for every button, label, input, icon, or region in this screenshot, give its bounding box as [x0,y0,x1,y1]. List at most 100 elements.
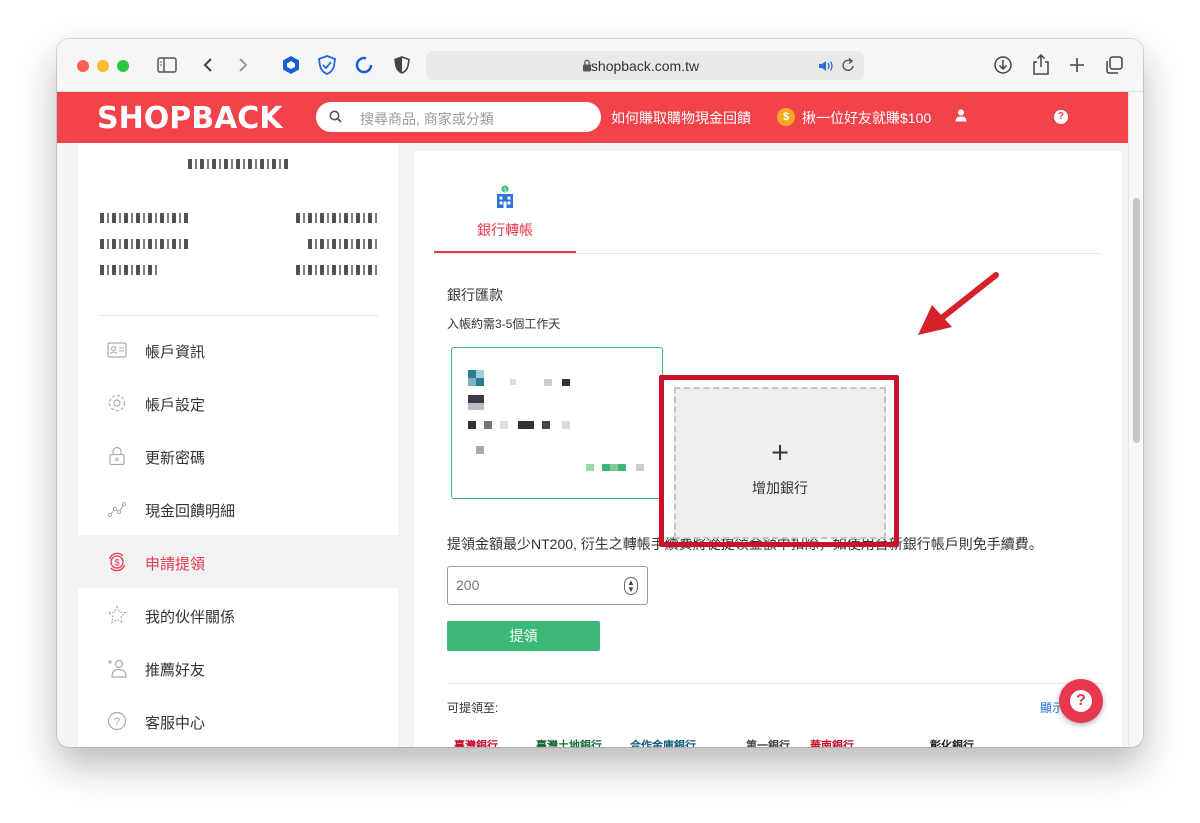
withdraw-button[interactable]: 提領 [447,621,600,651]
help-icon[interactable]: ? [1054,110,1068,124]
sidebar-divider [98,315,378,316]
redacted-bank-info [468,395,484,403]
reload-icon[interactable] [842,57,855,77]
page-scrollbar[interactable] [1128,92,1143,747]
section-title: 銀行匯款 [447,287,503,303]
url-text: shopback.com.tw [590,58,700,74]
redacted-bank-info [476,378,484,386]
sidebar-item-label: 申請提領 [145,556,206,573]
redacted-bank-info [544,379,552,386]
forward-icon[interactable] [231,53,255,77]
redacted-bank-info [610,464,618,471]
saved-bank-card[interactable] [451,347,663,499]
tab-bank-transfer[interactable]: $ 銀行轉帳 [434,181,576,253]
redacted-bank-info [542,421,550,429]
redacted-account-id [188,159,288,169]
can-withdraw-to-label: 可提領至: [447,701,499,715]
help-chat-button[interactable]: ? [1059,679,1103,723]
trend-icon [106,498,128,520]
redacted-bank-info [602,464,610,471]
shopback-logo[interactable]: SHOPBACK [97,101,283,136]
sidebar-toggle-icon[interactable] [155,53,179,77]
redacted-info [296,265,378,275]
sidebar-item-label: 我的伙伴關係 [145,609,236,626]
add-user-icon [106,657,128,679]
svg-text:$: $ [503,187,506,193]
amount-stepper[interactable]: ▲ ▼ [624,577,638,595]
sidebar-item-label: 推薦好友 [145,662,206,679]
coin-icon: $ [777,108,795,126]
highlight-box [659,375,899,547]
sidebar-item-update-password[interactable]: 更新密碼 [78,429,398,482]
redacted-bank-info [518,421,534,429]
minimize-window-button[interactable] [97,60,109,72]
loading-circle-icon[interactable] [352,53,376,77]
user-icon[interactable] [955,109,967,127]
bank-logo: 第一銀行 [746,740,790,747]
tab-label: 銀行轉帳 [477,222,533,238]
shield-check-icon[interactable] [315,53,339,77]
amount-input[interactable] [456,577,606,593]
question-icon: ? [1070,690,1092,712]
referral-link[interactable]: 揪一位好友就賺$100 [802,108,931,128]
gear-icon [106,392,128,414]
bank-building-icon: $ [496,185,514,214]
sidebar-item-refer-friends[interactable]: 推薦好友 [78,641,398,694]
bank-logo: 合作金庫銀行 [630,740,696,747]
redacted-bank-info [468,370,476,378]
section-divider [447,683,1102,684]
zoom-window-button[interactable] [117,60,129,72]
how-to-earn-link[interactable]: 如何賺取購物現金回饋 [611,108,751,128]
site-header: SHOPBACK 搜尋商品, 商家或分類 如何賺取購物現金回饋 $ 揪一位好友就… [57,92,1128,143]
speaker-icon[interactable] [818,59,834,77]
annotation-arrow [918,272,999,335]
search-icon [329,110,342,128]
redacted-info [308,239,378,249]
question-icon: ? [106,710,128,732]
share-icon[interactable] [1029,53,1053,77]
redacted-bank-info [562,379,570,386]
search-bar[interactable]: 搜尋商品, 商家或分類 [316,102,601,132]
sidebar-item-label: 更新密碼 [145,450,206,467]
redacted-bank-info [618,464,626,471]
redacted-bank-info [468,403,484,410]
scrollbar-thumb[interactable] [1133,198,1140,443]
supported-banks: 臺灣銀行 臺灣土地銀行 合作金庫銀行 第一銀行 華南銀行 彰化銀行 [454,737,1054,747]
sidebar-item-cashback-details[interactable]: 現金回饋明細 [78,482,398,535]
sidebar-item-account-info[interactable]: 帳戶資訊 [78,323,398,376]
new-tab-icon[interactable] [1065,53,1089,77]
redacted-info [100,239,190,249]
address-bar[interactable]: shopback.com.tw [426,51,864,80]
close-window-button[interactable] [77,60,89,72]
bank-logo: 臺灣銀行 [454,740,498,747]
extension-hex-icon[interactable] [279,53,303,77]
account-page: 帳戶資訊 帳戶設定 更新密碼 現金回饋明細 $ 申請提領 我的伙伴關係 推薦好友… [57,143,1128,747]
sidebar-item-partnership[interactable]: 我的伙伴關係 [78,588,398,641]
redacted-bank-info [510,379,516,385]
sidebar-item-label: 客服中心 [145,715,206,732]
redacted-info [100,213,190,223]
search-input[interactable]: 搜尋商品, 商家或分類 [360,109,494,129]
redacted-bank-info [476,370,484,378]
sidebar-item-label: 帳戶資訊 [145,344,206,361]
redacted-bank-info [468,378,476,386]
sidebar-item-help-center[interactable]: ? 客服中心 [78,694,398,747]
back-icon[interactable] [196,53,220,77]
svg-text:?: ? [114,716,120,728]
sidebar-item-account-settings[interactable]: 帳戶設定 [78,376,398,429]
section-subtitle: 入帳約需3-5個工作天 [447,317,561,331]
redacted-bank-info [586,464,594,471]
redacted-bank-info [562,421,570,429]
tab-overview-icon[interactable] [1102,53,1126,77]
sidebar-item-withdraw[interactable]: $ 申請提領 [78,535,398,588]
sidebar-item-label: 現金回饋明細 [145,503,236,520]
tab-divider [434,253,1102,254]
downloads-icon[interactable] [991,53,1015,77]
privacy-shield-icon[interactable] [390,53,414,77]
sidebar-item-label: 帳戶設定 [145,397,206,414]
id-card-icon [106,339,128,361]
redacted-bank-info [476,446,484,454]
browser-window: shopback.com.tw SHOPBACK 搜尋商品, 商家或分類 如何賺… [57,39,1143,747]
amount-field[interactable]: ▲▼ [447,566,648,605]
redacted-bank-info [636,464,644,471]
